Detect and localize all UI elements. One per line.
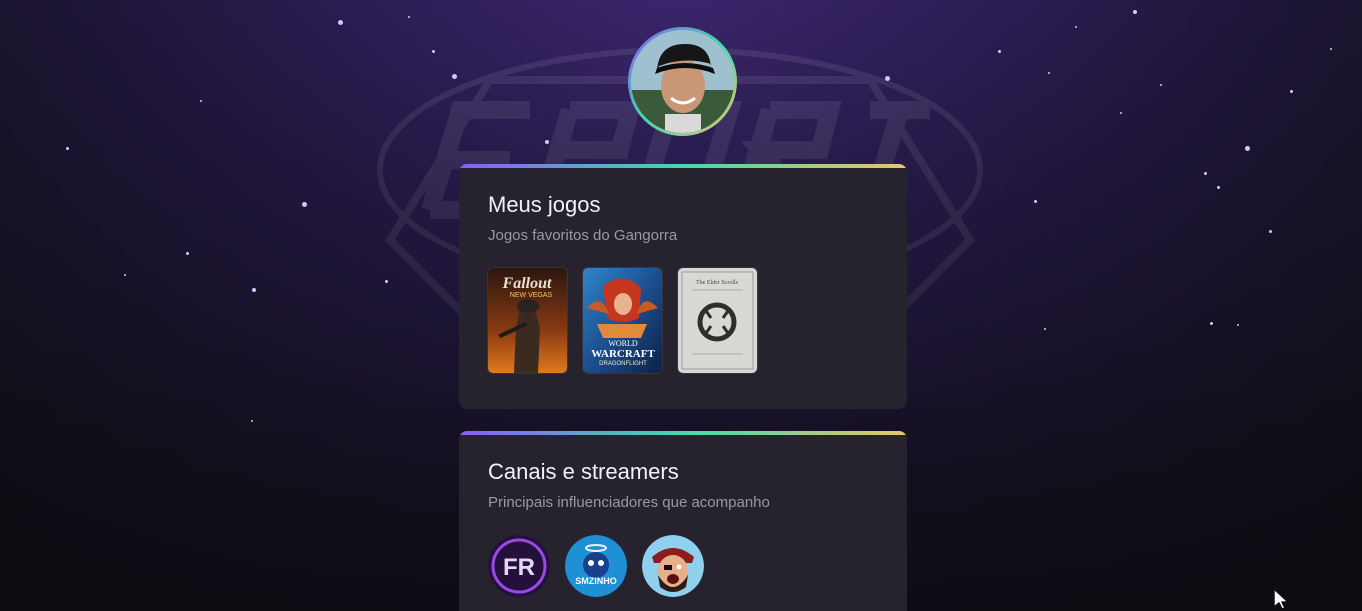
- games-list: Fallout NEW VEGAS WORLD WARCRAFT DRAGONF…: [488, 268, 757, 373]
- fallout-subtitle: NEW VEGAS: [510, 292, 553, 299]
- games-card-subtitle: Jogos favoritos do Gangorra: [488, 227, 678, 244]
- game-cover-fallout-new-vegas[interactable]: Fallout NEW VEGAS: [488, 268, 567, 373]
- profile-avatar: [628, 27, 737, 136]
- streamers-card-subtitle: Principais influenciadores que acompanho: [488, 494, 770, 511]
- page-content: Meus jogos Jogos favoritos do Gangorra F…: [0, 0, 1362, 611]
- elder-scrolls-title: The Elder Scrolls: [696, 280, 739, 286]
- streamers-card: Canais e streamers Principais influencia…: [459, 431, 907, 611]
- fallout-title: Fallout: [502, 275, 552, 292]
- user-avatar-photo-icon: [631, 30, 734, 133]
- wow-title-line3: DRAGONFLIGHT: [599, 361, 647, 367]
- streamers-card-title: Canais e streamers: [488, 459, 679, 484]
- games-card-title: Meus jogos: [488, 192, 601, 217]
- streamer-fr-label: FR: [503, 554, 535, 581]
- streamer-avatar-pirate-icon[interactable]: [642, 535, 704, 597]
- streamer-avatar-fr-icon[interactable]: FR: [488, 535, 550, 597]
- games-card: Meus jogos Jogos favoritos do Gangorra F…: [459, 164, 907, 409]
- mouse-cursor-icon: [1273, 588, 1289, 610]
- game-cover-world-of-warcraft[interactable]: WORLD WARCRAFT DRAGONFLIGHT: [583, 268, 662, 373]
- streamer-avatar-smzinho-icon[interactable]: SMZINHO: [565, 535, 627, 597]
- streamers-list: FR SMZINHO: [488, 535, 704, 597]
- wow-title-line2: WARCRAFT: [591, 348, 655, 360]
- wow-title-line1: WORLD: [608, 339, 638, 348]
- streamer-smzinho-label: SMZINHO: [575, 576, 617, 586]
- game-cover-elder-scrolls[interactable]: The Elder Scrolls: [678, 268, 757, 373]
